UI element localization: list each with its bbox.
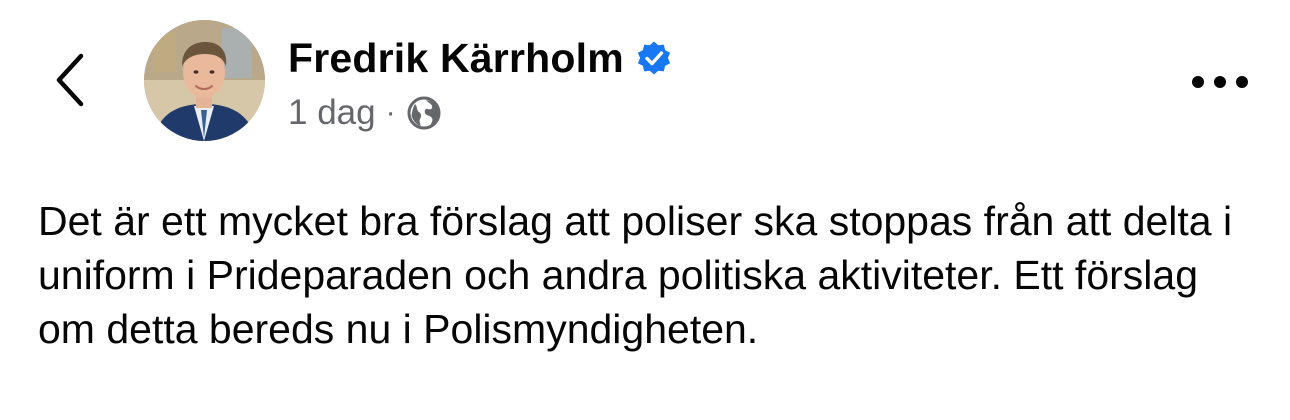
post-header: Fredrik Kärrholm 1 dag · — [288, 30, 672, 136]
author-row: Fredrik Kärrholm — [288, 30, 672, 86]
more-options-button[interactable] — [1180, 60, 1260, 104]
globe-icon — [406, 95, 442, 131]
ellipsis-icon — [1192, 76, 1248, 88]
post-text: Det är ett mycket bra förslag att polise… — [38, 198, 1233, 352]
profile-photo — [144, 20, 265, 141]
timestamp[interactable]: 1 dag — [288, 93, 376, 133]
author-name[interactable]: Fredrik Kärrholm — [288, 35, 624, 82]
chevron-left-icon — [56, 53, 84, 107]
verified-badge-icon — [636, 40, 672, 76]
avatar[interactable] — [144, 20, 265, 141]
back-button[interactable] — [40, 45, 100, 115]
meta-separator: · — [385, 96, 396, 129]
post-meta: 1 dag · — [288, 90, 672, 136]
